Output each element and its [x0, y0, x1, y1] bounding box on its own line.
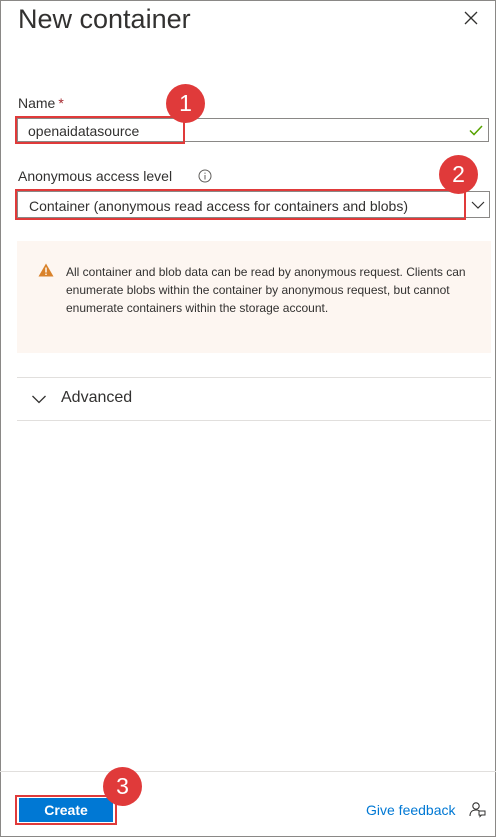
feedback-icon[interactable] — [468, 800, 486, 818]
name-input-value: openaidatasource — [28, 123, 140, 139]
name-label-text: Name — [18, 95, 56, 111]
advanced-label: Advanced — [61, 389, 133, 406]
checkmark-icon — [469, 125, 483, 136]
footer-divider — [0, 771, 496, 772]
warning-text: All container and blob data can be read … — [66, 265, 466, 315]
close-icon[interactable] — [462, 9, 480, 27]
access-level-label: Anonymous access level — [18, 168, 173, 184]
warning-icon — [38, 263, 54, 277]
access-level-selected: Container (anonymous read access for con… — [29, 198, 408, 214]
advanced-bottom-divider — [17, 420, 491, 421]
name-input[interactable]: openaidatasource — [17, 118, 489, 142]
annotation-badge-3: 3 — [103, 767, 142, 806]
annotation-badge-1: 1 — [166, 84, 205, 123]
info-icon[interactable] — [198, 169, 212, 183]
advanced-section-toggle[interactable]: Advanced — [17, 378, 491, 420]
warning-message: All container and blob data can be read … — [17, 241, 491, 353]
chevron-down-icon — [32, 395, 46, 404]
chevron-down-icon — [471, 201, 485, 209]
panel-title: New container — [18, 4, 191, 34]
name-label: Name * — [18, 95, 64, 111]
annotation-badge-2: 2 — [439, 155, 478, 194]
give-feedback-link[interactable]: Give feedback — [366, 802, 456, 818]
create-button[interactable]: Create — [19, 798, 113, 822]
dropdown-divider — [464, 192, 465, 217]
access-level-dropdown[interactable]: Container (anonymous read access for con… — [17, 191, 490, 218]
required-mark: * — [58, 95, 64, 111]
